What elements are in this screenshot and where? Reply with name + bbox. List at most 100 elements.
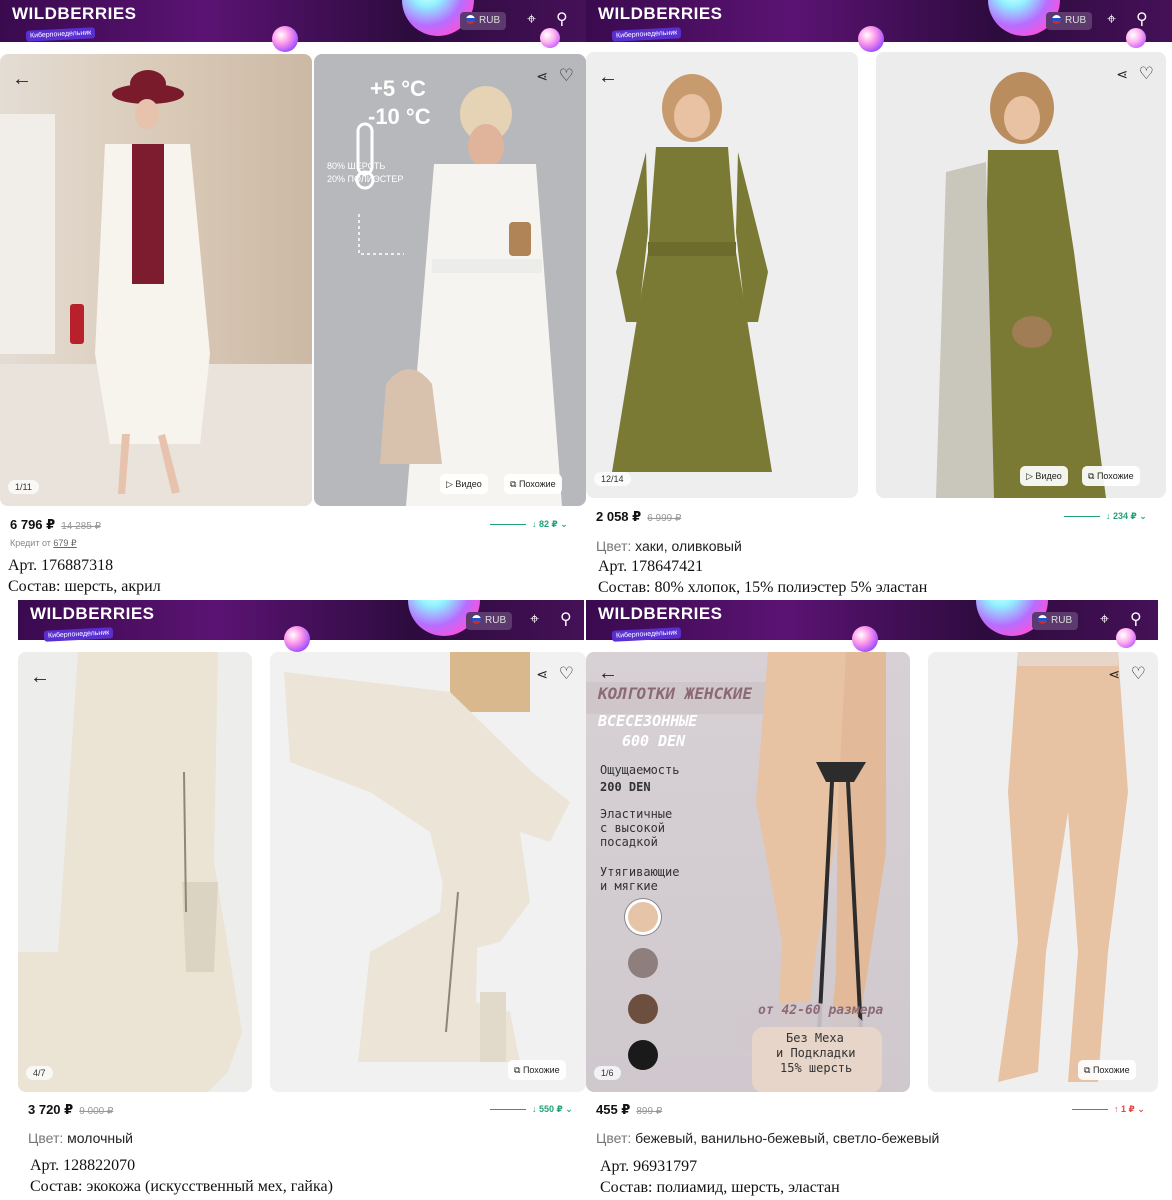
app-header: WILDBERRIES Киберпонедельник RUB ⌖ ⚲ bbox=[18, 600, 584, 652]
app-header: WILDBERRIES Киберпонедельник RUB ⌖ ⚲ bbox=[586, 0, 1172, 52]
brand-logo[interactable]: WILDBERRIES Киберпонедельник bbox=[12, 4, 137, 42]
fabric-line: 20% ПОЛИЭСТЕР bbox=[327, 174, 404, 184]
back-arrow-icon[interactable]: ← bbox=[30, 666, 50, 689]
credit-label: Кредит от bbox=[10, 538, 51, 548]
tights-subtitle: 600 DEN bbox=[622, 732, 686, 750]
video-button[interactable]: ▷ Видео bbox=[1020, 466, 1068, 486]
color-swatch[interactable] bbox=[628, 994, 658, 1024]
similar-button[interactable]: ⧉ Похожие bbox=[1082, 466, 1140, 486]
brand-logo[interactable]: WILDBERRIES Киберпонедельник bbox=[598, 604, 723, 642]
feature-line: с высокой bbox=[600, 821, 666, 835]
color-swatch[interactable] bbox=[628, 902, 658, 932]
badge-line: Без Меха bbox=[786, 1031, 844, 1045]
currency-selector[interactable]: RUB bbox=[460, 12, 507, 30]
search-icon[interactable]: ⚲ bbox=[560, 611, 572, 629]
photo-counter: 4/7 bbox=[26, 1066, 53, 1080]
share-icon[interactable]: ⋖ bbox=[1116, 66, 1128, 83]
decor-bubble bbox=[284, 626, 310, 652]
price-block: 6 796 ₽ 14 285 ₽ bbox=[10, 517, 101, 533]
heart-icon[interactable]: ♡ bbox=[559, 66, 574, 86]
search-icon[interactable]: ⚲ bbox=[1130, 611, 1142, 629]
product-photo-secondary[interactable]: ⋖ ♡ ⧉ Похожие bbox=[928, 652, 1158, 1092]
search-icon[interactable]: ⚲ bbox=[1136, 11, 1148, 29]
price-trend[interactable]: ↓ 82 ₽ ⌄ bbox=[490, 519, 568, 530]
trend-value: ↑ 1 ₽ bbox=[1114, 1104, 1135, 1114]
currency-selector[interactable]: RUB bbox=[466, 612, 513, 630]
product-photo-main[interactable]: ← 4/7 bbox=[18, 652, 252, 1092]
color-swatch[interactable] bbox=[628, 948, 658, 978]
promo-tag: Киберпонедельник bbox=[25, 27, 96, 42]
product-photo-secondary[interactable]: +5 °C -10 °C 80% ШЕРСТЬ 20% ПОЛИЭСТЕР ⋖ … bbox=[314, 54, 586, 506]
feature-line: Утягивающие bbox=[600, 865, 680, 879]
price-trend[interactable]: ↓ 550 ₽ ⌄ bbox=[490, 1104, 573, 1115]
price-trend[interactable]: ↓ 234 ₽ ⌄ bbox=[1064, 511, 1147, 522]
brand-logo[interactable]: WILDBERRIES Киберпонедельник bbox=[598, 4, 723, 42]
heart-icon[interactable]: ♡ bbox=[559, 664, 574, 684]
article-number: Арт. 178647421 bbox=[598, 558, 704, 575]
back-arrow-icon[interactable]: ← bbox=[598, 66, 618, 89]
share-icon[interactable]: ⋖ bbox=[536, 68, 548, 85]
product-photo-main[interactable]: ← КОЛГОТКИ ЖЕНСКИЕ ВСЕСЕЗОННЫЕ 600 DEN О… bbox=[586, 652, 910, 1092]
currency-selector[interactable]: RUB bbox=[1046, 12, 1093, 30]
location-pin-icon[interactable]: ⌖ bbox=[527, 11, 536, 29]
share-icon[interactable]: ⋖ bbox=[536, 666, 548, 683]
heart-icon[interactable]: ♡ bbox=[1131, 664, 1146, 684]
decor-bubble bbox=[1126, 28, 1146, 48]
back-arrow-icon[interactable]: ← bbox=[12, 68, 32, 91]
feature-line: посадкой bbox=[600, 835, 658, 849]
brand-name: WILDBERRIES bbox=[598, 604, 723, 623]
brand-name: WILDBERRIES bbox=[598, 4, 723, 23]
location-pin-icon[interactable]: ⌖ bbox=[1107, 11, 1116, 29]
color-value: молочный bbox=[67, 1130, 133, 1146]
temperature-low: -10 °C bbox=[368, 104, 431, 129]
coat-model-illustration bbox=[355, 86, 562, 506]
share-icon[interactable]: ⋖ bbox=[1108, 666, 1120, 683]
heart-icon[interactable]: ♡ bbox=[1139, 64, 1154, 84]
app-header: WILDBERRIES Киберпонедельник RUB ⌖ ⚲ bbox=[0, 0, 586, 52]
trend-value: ↓ 82 ₽ bbox=[532, 519, 558, 529]
product-card-dress: WILDBERRIES Киберпонедельник RUB ⌖ ⚲ ← 1… bbox=[586, 0, 1172, 600]
back-arrow-icon[interactable]: ← bbox=[598, 662, 618, 685]
photo-counter: 1/6 bbox=[594, 1066, 621, 1080]
promo-tag: Киберпонедельник bbox=[43, 627, 114, 642]
old-price: 9 000 ₽ bbox=[79, 1106, 114, 1117]
article-number: Арт. 128822070 bbox=[30, 1157, 136, 1174]
similar-button[interactable]: ⧉ Похожие bbox=[508, 1060, 566, 1080]
color-info: Цвет: бежевый, ванильно-бежевый, светло-… bbox=[596, 1130, 939, 1146]
product-photo-secondary[interactable]: ⋖ ♡ ⧉ Похожие bbox=[270, 652, 586, 1092]
decor-bubble bbox=[852, 626, 878, 652]
color-label: Цвет: bbox=[596, 538, 632, 554]
photo-counter: 1/11 bbox=[8, 480, 39, 494]
location-pin-icon[interactable]: ⌖ bbox=[530, 611, 539, 629]
product-photo-main[interactable]: ← 12/14 bbox=[586, 52, 858, 498]
product-photo-secondary[interactable]: ⋖ ♡ ▷ Видео ⧉ Похожие bbox=[876, 52, 1166, 498]
decor-bubble bbox=[540, 28, 560, 48]
trend-line bbox=[490, 524, 526, 526]
flag-icon bbox=[466, 15, 475, 24]
tights-subtitle: ВСЕСЕЗОННЫЕ bbox=[598, 712, 698, 730]
video-button[interactable]: ▷ Видео bbox=[440, 474, 488, 494]
color-value: хаки, оливковый bbox=[635, 538, 742, 554]
article-number: Арт. 176887318 bbox=[8, 557, 114, 574]
video-label: Видео bbox=[455, 479, 482, 489]
price-block: 3 720 ₽ 9 000 ₽ bbox=[28, 1102, 113, 1118]
trend-value: ↓ 550 ₽ bbox=[532, 1104, 563, 1114]
promo-tag: Киберпонедельник bbox=[611, 627, 682, 642]
color-value: бежевый, ванильно-бежевый, светло-бежевы… bbox=[635, 1130, 940, 1146]
similar-button[interactable]: ⧉ Похожие bbox=[504, 474, 562, 494]
color-swatch[interactable] bbox=[628, 1040, 658, 1070]
search-icon[interactable]: ⚲ bbox=[556, 11, 568, 29]
location-pin-icon[interactable]: ⌖ bbox=[1100, 611, 1109, 629]
similar-button[interactable]: ⧉ Похожие bbox=[1078, 1060, 1136, 1080]
product-photo-main[interactable]: ← 1/11 bbox=[0, 54, 312, 506]
old-price: 14 285 ₽ bbox=[61, 521, 101, 532]
price-block: 455 ₽ 899 ₽ bbox=[596, 1102, 662, 1118]
brand-name: WILDBERRIES bbox=[12, 4, 137, 23]
credit-info[interactable]: Кредит от 679 ₽ bbox=[10, 538, 77, 549]
currency-label: RUB bbox=[1065, 15, 1087, 26]
trend-line bbox=[490, 1109, 526, 1111]
color-info: Цвет: молочный bbox=[28, 1130, 133, 1146]
price-trend[interactable]: ↑ 1 ₽ ⌄ bbox=[1072, 1104, 1145, 1115]
brand-logo[interactable]: WILDBERRIES Киберпонедельник bbox=[30, 605, 155, 642]
currency-selector[interactable]: RUB bbox=[1032, 612, 1079, 630]
